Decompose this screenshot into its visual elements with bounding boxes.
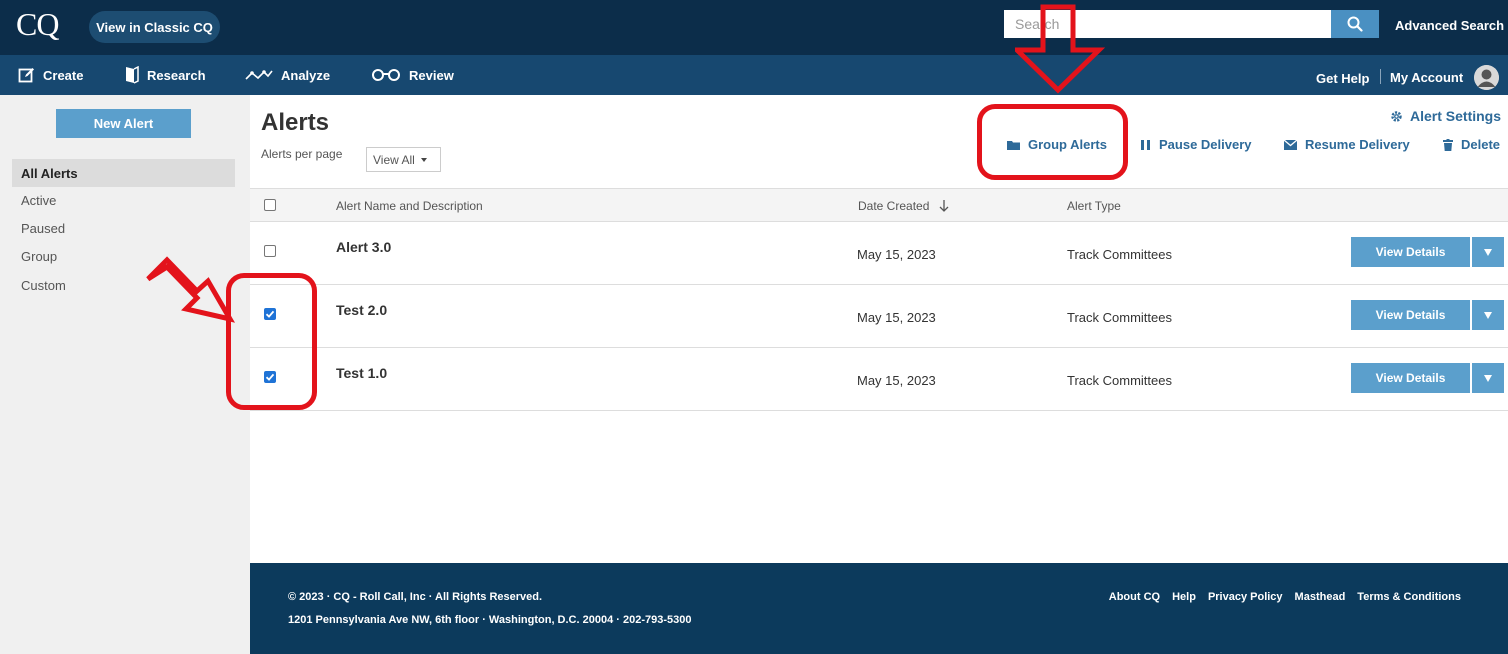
nav-analyze-label: Analyze (281, 67, 331, 83)
alerts-per-page-label: Alerts per page (261, 147, 343, 161)
alert-type: Track Committees (1067, 310, 1172, 325)
alert-name[interactable]: Test 1.0 (336, 365, 387, 381)
footer-link-terms[interactable]: Terms & Conditions (1357, 591, 1461, 603)
resume-delivery-label: Resume Delivery (1305, 137, 1410, 152)
edit-icon (18, 67, 34, 82)
select-all-checkbox[interactable] (264, 199, 276, 211)
top-header-bar: CQ View in Classic CQ Advanced Search (0, 0, 1508, 55)
view-classic-cq-button[interactable]: View in Classic CQ (89, 11, 220, 43)
column-header-date[interactable]: Date Created (858, 199, 949, 213)
gear-icon (1391, 110, 1402, 122)
delete-label: Delete (1461, 137, 1501, 152)
row-dropdown-button[interactable] (1472, 300, 1504, 330)
nav-create[interactable]: Create (18, 55, 83, 95)
alert-date: May 15, 2023 (857, 247, 936, 262)
user-avatar-icon (1474, 65, 1499, 90)
table-row: Alert 3.0 May 15, 2023 Track Committees … (250, 222, 1508, 285)
footer-copyright: © 2023 · CQ - Roll Call, Inc · All Right… (288, 591, 543, 603)
trend-icon (245, 70, 273, 80)
pause-delivery-label: Pause Delivery (1159, 137, 1252, 152)
annotation-right-arrow-icon (146, 256, 236, 323)
nav-research[interactable]: Research (125, 55, 206, 95)
caret-down-icon (1484, 248, 1492, 256)
view-details-button[interactable]: View Details (1351, 363, 1470, 393)
row-checkbox[interactable] (264, 245, 276, 257)
resume-delivery-button[interactable]: Resume Delivery (1284, 137, 1410, 152)
alert-date: May 15, 2023 (857, 373, 936, 388)
sort-down-arrow-icon (939, 200, 949, 212)
page-title: Alerts (261, 109, 330, 136)
caret-down-icon (1484, 374, 1492, 382)
my-account-link[interactable]: My Account (1390, 70, 1463, 85)
view-details-button[interactable]: View Details (1351, 237, 1470, 267)
nav-research-label: Research (147, 67, 206, 83)
view-details-button[interactable]: View Details (1351, 300, 1470, 330)
nav-review[interactable]: Review (371, 55, 454, 95)
footer-address: 1201 Pennsylvania Ave NW, 6th floor · Wa… (288, 614, 692, 626)
sidebar-item-active[interactable]: Active (12, 186, 235, 214)
alerts-main-panel: Alerts Alerts per page View All Alert Se… (250, 95, 1508, 563)
footer-link-masthead[interactable]: Masthead (1295, 591, 1346, 603)
alert-settings-link[interactable]: Alert Settings (1390, 108, 1501, 124)
row-dropdown-button[interactable] (1472, 237, 1504, 267)
book-icon (126, 66, 139, 84)
nav-create-label: Create (43, 67, 84, 83)
chevron-down-icon (420, 157, 427, 162)
footer-links: About CQ Help Privacy Policy Masthead Te… (1109, 591, 1461, 603)
table-row: Test 1.0 May 15, 2023 Track Committees V… (250, 348, 1508, 411)
sidebar-item-all-alerts[interactable]: All Alerts (12, 159, 235, 187)
sidebar: New Alert All Alerts Active Paused Group… (0, 95, 250, 654)
alert-type: Track Committees (1067, 373, 1172, 388)
pause-icon (1141, 139, 1150, 150)
alert-settings-label: Alert Settings (1410, 108, 1502, 124)
alert-date: May 15, 2023 (857, 310, 936, 325)
alerts-per-page-select[interactable]: View All (366, 147, 441, 172)
row-dropdown-button[interactable] (1472, 363, 1504, 393)
annotation-down-arrow-icon (1015, 4, 1105, 94)
advanced-search-link[interactable]: Advanced Search (1395, 18, 1504, 33)
nav-review-label: Review (409, 67, 454, 83)
alerts-table-header: Alert Name and Description Date Created … (250, 188, 1508, 222)
search-icon (1347, 16, 1363, 32)
alert-name[interactable]: Alert 3.0 (336, 239, 391, 255)
column-header-type: Alert Type (1067, 199, 1121, 213)
glasses-icon (372, 69, 400, 81)
caret-down-icon (1484, 311, 1492, 319)
search-button[interactable] (1331, 10, 1379, 38)
new-alert-button[interactable]: New Alert (56, 109, 191, 138)
sidebar-item-paused[interactable]: Paused (12, 214, 235, 242)
cq-logo[interactable]: CQ (16, 6, 59, 43)
footer: © 2023 · CQ - Roll Call, Inc · All Right… (250, 563, 1508, 654)
footer-link-help[interactable]: Help (1172, 591, 1196, 603)
annotation-highlight-group-alerts (977, 104, 1128, 180)
per-page-selected-value: View All (373, 152, 415, 167)
nav-analyze[interactable]: Analyze (245, 55, 330, 95)
alert-name[interactable]: Test 2.0 (336, 302, 387, 318)
column-header-date-label: Date Created (858, 199, 930, 213)
get-help-link[interactable]: Get Help (1316, 71, 1369, 86)
footer-link-about[interactable]: About CQ (1109, 591, 1160, 603)
envelope-icon (1284, 139, 1297, 150)
pause-delivery-button[interactable]: Pause Delivery (1141, 137, 1252, 152)
column-header-name: Alert Name and Description (336, 199, 483, 213)
table-row: Test 2.0 May 15, 2023 Track Committees V… (250, 285, 1508, 348)
footer-link-privacy[interactable]: Privacy Policy (1208, 591, 1283, 603)
nav-divider (1380, 69, 1381, 84)
alert-type: Track Committees (1067, 247, 1172, 262)
main-nav-bar: Create Research Analyze Review Get Help … (0, 55, 1508, 95)
delete-button[interactable]: Delete (1443, 137, 1500, 152)
trash-icon (1443, 138, 1453, 151)
annotation-highlight-checkboxes (226, 273, 317, 410)
avatar[interactable] (1474, 65, 1499, 90)
